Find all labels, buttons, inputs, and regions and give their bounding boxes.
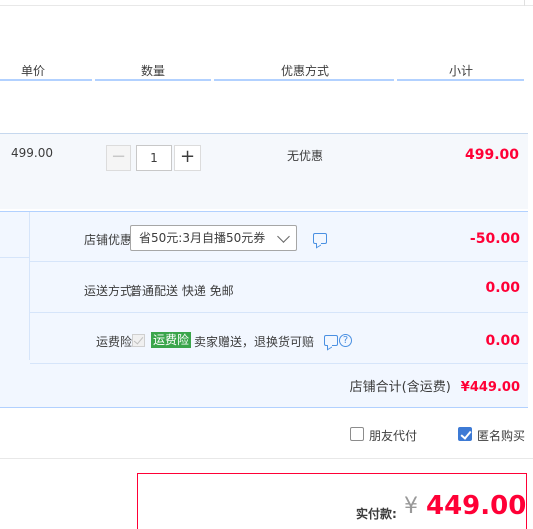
column-unit-price: 单价 xyxy=(21,64,46,78)
shop-coupon-select[interactable]: 省50元:3月自播50元券 xyxy=(130,225,297,251)
column-promotion-underline xyxy=(214,79,394,81)
payment-currency: ¥ xyxy=(404,494,418,519)
column-subtotal-underline xyxy=(397,79,524,81)
shipping-label: 运送方式: xyxy=(83,284,136,298)
column-promotion: 优惠方式 xyxy=(281,64,330,78)
quantity-input[interactable]: 1 xyxy=(136,145,172,171)
item-promotion: 无优惠 xyxy=(287,149,324,163)
shipping-row: 运送方式: 普通配送 快递 免邮 0.00 xyxy=(30,263,528,313)
friend-pay-checkbox[interactable] xyxy=(350,427,364,441)
payment-label: 实付款: xyxy=(356,507,397,521)
help-icon[interactable]: ? xyxy=(339,334,352,347)
shop-left-bar-divider xyxy=(0,257,30,258)
shop-total-label: 店铺合计(含运费) xyxy=(349,380,451,395)
shop-total: 店铺合计(含运费) ¥449.00 xyxy=(350,376,520,395)
payment-amount: 449.00 xyxy=(426,491,527,521)
order-options-row: 朋友代付 匿名购买 xyxy=(0,409,533,459)
top-strip-edge xyxy=(524,0,525,6)
shop-left-bar xyxy=(0,212,30,360)
chevron-down-icon xyxy=(277,230,290,243)
insurance-badge: 运费险 xyxy=(151,332,192,348)
column-unit-price-underline xyxy=(0,79,92,81)
shop-coupon-label: 店铺优惠: xyxy=(83,233,136,247)
anonymous-label[interactable]: 匿名购买 xyxy=(477,427,525,444)
item-subtotal: 499.00 xyxy=(464,147,519,163)
message-icon[interactable] xyxy=(313,233,327,244)
quantity-minus-button[interactable]: − xyxy=(106,145,131,171)
payment-summary: 实付款: ¥ 449.00 xyxy=(137,473,527,529)
shipping-method: 普通配送 快递 免邮 xyxy=(130,284,234,298)
insurance-amount: 0.00 xyxy=(485,333,520,349)
shop-summary: 店铺优惠: 省50元:3月自播50元券 -50.00 运送方式: 普通配送 快递… xyxy=(0,211,528,408)
order-item-row: 499.00 − 1 + 无优惠 499.00 xyxy=(0,133,528,209)
column-subtotal: 小计 xyxy=(449,64,474,78)
quantity-plus-button[interactable]: + xyxy=(174,145,201,171)
top-strip xyxy=(0,0,533,6)
shipping-amount: 0.00 xyxy=(485,280,520,296)
anonymous-checkbox[interactable] xyxy=(458,427,472,441)
insurance-row: 运费险: 运费险 卖家赠送，退换货可赔 ? 0.00 xyxy=(30,314,528,364)
item-unit-price: 499.00 xyxy=(11,146,53,160)
shop-total-amount: ¥449.00 xyxy=(460,380,520,395)
column-header: 单价 数量 优惠方式 小计 xyxy=(0,60,533,81)
shop-coupon-row: 店铺优惠: 省50元:3月自播50元券 -50.00 xyxy=(30,212,528,262)
column-quantity-underline xyxy=(95,79,211,81)
friend-pay-label[interactable]: 朋友代付 xyxy=(369,427,417,444)
shop-coupon-amount: -50.00 xyxy=(469,231,520,247)
insurance-label: 运费险: xyxy=(95,335,136,349)
shop-coupon-selected: 省50元:3月自播50元券 xyxy=(139,231,266,245)
insurance-checkbox[interactable] xyxy=(132,334,145,347)
insurance-text: 卖家赠送，退换货可赔 xyxy=(194,335,315,349)
column-quantity: 数量 xyxy=(141,64,166,78)
message-icon[interactable] xyxy=(324,335,338,346)
